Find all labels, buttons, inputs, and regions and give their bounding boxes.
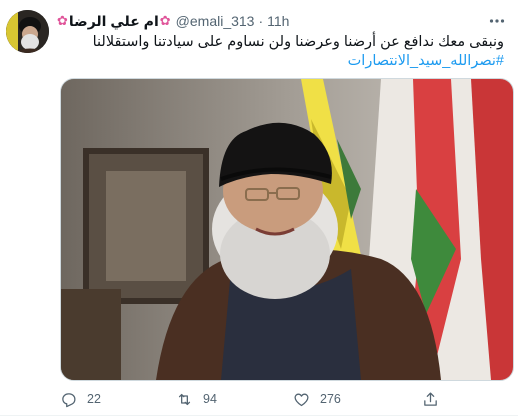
timestamp[interactable]: 11h [267,13,289,29]
display-name[interactable]: ✿ ام علي الرضا ✿ [56,13,172,30]
more-horizontal-icon[interactable] [488,12,506,30]
share-button[interactable] [422,391,439,408]
flower-emoji-icon: ✿ [57,13,68,28]
retweet-icon [178,393,191,405]
tweet-card[interactable]: ✿ ام علي الرضا ✿ @emali_313 · 11h ونبقى … [0,0,518,416]
tweet-actions: 22 94 276 [58,388,448,410]
reply-icon [62,392,76,407]
hashtag-link[interactable]: #نصرالله_سيد_الانتصارات [60,52,504,71]
reply-count: 22 [87,392,101,406]
retweet-button[interactable]: 94 [176,391,217,408]
tweet-photo[interactable] [60,78,514,381]
tweet-body: ونبقى معك ندافع عن أرضنا وعرضنا ولن نساو… [92,34,504,50]
display-name-text: ام علي الرضا [68,12,159,29]
reply-button[interactable]: 22 [60,391,101,408]
like-count: 276 [320,392,341,406]
share-icon [424,391,437,406]
user-handle[interactable]: @emali_313 [176,13,255,29]
flower-emoji-icon: ✿ [159,13,171,28]
avatar[interactable] [6,10,49,53]
retweet-count: 94 [203,392,217,406]
tweet-header: ✿ ام علي الرضا ✿ @emali_313 · 11h [56,11,488,31]
tweet-text: ونبقى معك ندافع عن أرضنا وعرضنا ولن نساو… [60,33,504,71]
like-button[interactable]: 276 [293,391,341,408]
heart-icon [294,393,309,406]
separator-dot: · [258,13,264,29]
